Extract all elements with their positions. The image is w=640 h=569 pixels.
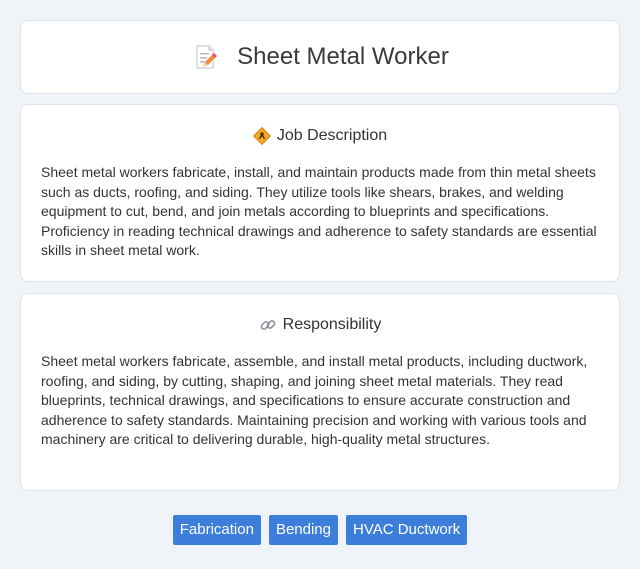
tag-list: Fabrication Bending HVAC Ductwork (0, 515, 640, 545)
memo-pencil-icon (196, 45, 218, 69)
tag-hvac-ductwork[interactable]: HVAC Ductwork (346, 515, 468, 545)
tag-fabrication[interactable]: Fabrication (172, 515, 261, 545)
job-description-card: Job Description Sheet metal workers fabr… (20, 104, 620, 282)
responsibility-header: Responsibility (21, 316, 619, 334)
tag-bending[interactable]: Bending (268, 515, 338, 545)
job-description-text: Sheet metal workers fabricate, install, … (41, 164, 597, 258)
link-icon (260, 320, 276, 330)
job-description-title: Job Description (276, 127, 388, 144)
job-description-header: Job Description (21, 127, 619, 145)
responsibility-title: Responsibility (282, 316, 382, 333)
title-row: Sheet Metal Worker (21, 21, 619, 93)
title-card: Sheet Metal Worker (20, 20, 620, 94)
worker-sign-icon (252, 127, 271, 145)
responsibility-text: Sheet metal workers fabricate, assemble,… (41, 353, 588, 447)
responsibility-card: Responsibility Sheet metal workers fabri… (20, 293, 620, 491)
page-title: Sheet Metal Worker (237, 43, 449, 70)
